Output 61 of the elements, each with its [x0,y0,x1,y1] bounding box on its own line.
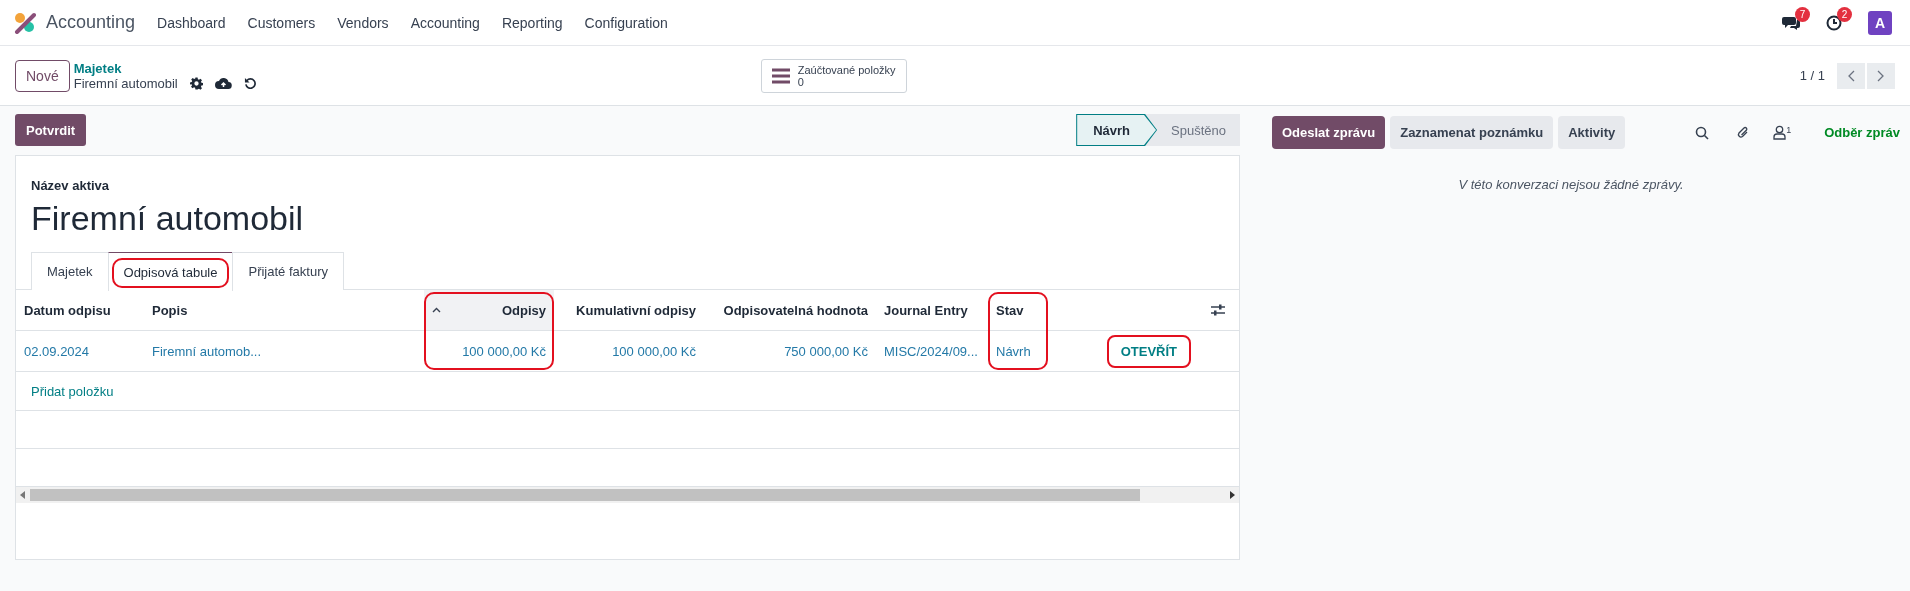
settings-icon[interactable] [189,76,203,90]
add-line-link[interactable]: Přidat položku [31,383,114,399]
menu-item[interactable]: Configuration [584,14,668,31]
app-name[interactable]: Accounting [46,12,136,33]
chatter-button[interactable]: Odeslat zprávu [1272,116,1386,149]
undo-icon[interactable] [243,76,257,90]
chatter-button[interactable]: Aktivity [1558,116,1626,149]
tab[interactable]: Přijaté faktury [232,252,344,290]
column-header[interactable]: Odpisovatelná hodnota [704,290,876,331]
record-title: Firemní automobil [31,199,304,238]
menu-item[interactable]: Customers [247,14,316,31]
clock-icon[interactable] [1826,14,1842,31]
scroll-right-icon[interactable] [1229,491,1235,499]
follow-button[interactable]: Odběr zpráv [1818,124,1906,141]
status-stage[interactable]: Návrh [1076,114,1158,146]
cloud-upload-icon[interactable] [214,76,232,90]
breadcrumb-link[interactable]: Majetek [73,60,724,76]
chevron-left-icon [1847,69,1855,82]
column-header[interactable]: Journal Entry [876,290,988,331]
notification-badge: 2 [1837,6,1852,22]
tab[interactable]: Odpisová tabule [107,252,234,291]
new-button[interactable]: Nové [15,59,70,92]
sort-caret-icon [432,307,441,313]
empty-message: V této konverzaci nejsou žádné zprávy. [1457,177,1685,192]
table-cell[interactable]: Návrh [988,331,1048,372]
column-settings-icon[interactable] [1211,304,1225,316]
column-header[interactable]: Kumulativní odpisy [554,290,704,331]
chat-icon[interactable] [1782,14,1800,31]
followers-count[interactable]: 1 [1786,125,1792,135]
column-header[interactable]: Stav [988,290,1048,331]
horizontal-scrollbar[interactable] [16,487,1239,503]
tab[interactable]: Majetek [31,252,109,290]
menu-item[interactable]: Accounting [410,14,480,31]
column-header[interactable]: Popis [144,290,424,331]
column-header[interactable]: Datum odpisu [16,290,144,331]
menu-item[interactable]: Reporting [501,14,563,31]
user-avatar[interactable]: A [1868,10,1892,35]
search-icon[interactable] [1695,125,1710,140]
list-icon [771,67,790,84]
pager-text: 1 / 1 [1799,68,1825,83]
record-name: Firemní automobil [73,75,178,91]
table-cell[interactable]: 02.09.2024 [16,331,144,372]
table-cell[interactable]: 100 000,00 Kč [554,331,704,372]
logo-icon[interactable] [14,11,36,34]
menu-item[interactable]: Vendors [337,14,389,31]
notification-badge: 7 [1795,6,1810,22]
status-stage[interactable]: Spuštěno [1145,114,1240,146]
confirm-button[interactable]: Potvrdit [15,114,87,146]
chevron-right-icon [1877,69,1885,82]
person-icon[interactable] [1773,125,1787,140]
scroll-left-icon[interactable] [20,491,26,499]
table-cell[interactable]: MISC/2024/09... [876,331,988,372]
smart-button[interactable]: Zaúčtované položky 0 [760,58,907,93]
table-cell[interactable]: 100 000,00 Kč [424,331,554,372]
table-cell[interactable]: 750 000,00 Kč [704,331,876,372]
column-header[interactable]: Odpisy [424,290,554,331]
chatter-button[interactable]: Zaznamenat poznámku [1390,116,1554,149]
open-button[interactable]: OTEVŘÍT [1106,334,1191,368]
field-label: Název aktiva [31,178,111,193]
table-cell[interactable]: Firemní automob... [144,331,424,372]
menu-item[interactable]: Dashboard [157,14,226,31]
